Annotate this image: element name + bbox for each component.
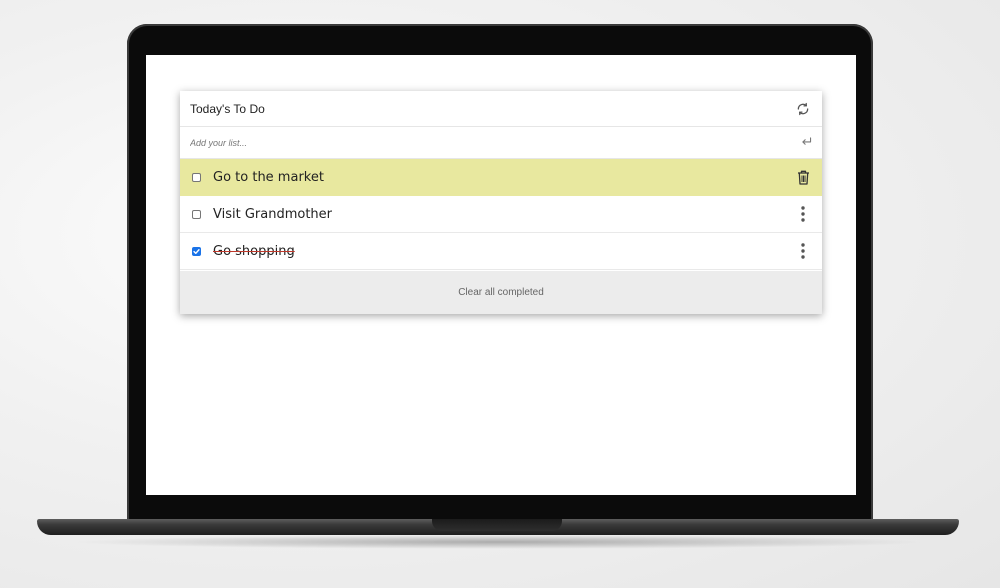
todo-label: Go to the market	[213, 170, 324, 185]
more-vertical-icon[interactable]	[794, 204, 812, 224]
todo-label: Visit Grandmother	[213, 206, 333, 222]
page-title: Today's To Do	[190, 101, 265, 116]
todo-label: Go shopping	[213, 243, 295, 259]
todo-checkbox[interactable]	[192, 209, 201, 219]
refresh-icon[interactable]	[794, 100, 812, 118]
todo-item-left: Go to the market	[192, 170, 324, 185]
clear-completed-button[interactable]: Clear all completed	[452, 286, 550, 299]
trash-icon[interactable]	[794, 168, 812, 188]
laptop-shadow	[70, 535, 930, 549]
todo-item-left: Go shopping	[192, 244, 295, 259]
todo-item[interactable]: Go to the market	[180, 159, 822, 196]
more-vertical-icon[interactable]	[794, 241, 812, 261]
card-header: Today's To Do	[180, 91, 822, 127]
todo-card: Today's To Do Go	[180, 91, 822, 314]
todo-checkbox[interactable]	[192, 246, 201, 256]
todo-item[interactable]: Visit Grandmother	[180, 196, 822, 233]
card-footer: Clear all completed	[180, 271, 822, 314]
laptop-screen: Today's To Do Go	[146, 55, 856, 495]
add-item-input[interactable]	[190, 137, 750, 148]
laptop-base-notch	[432, 519, 562, 531]
todo-item-left: Visit Grandmother	[192, 207, 332, 222]
enter-icon[interactable]	[801, 136, 812, 149]
add-item-row	[180, 127, 822, 159]
todo-checkbox[interactable]	[192, 173, 201, 182]
todo-item[interactable]: Go shopping	[180, 233, 822, 270]
